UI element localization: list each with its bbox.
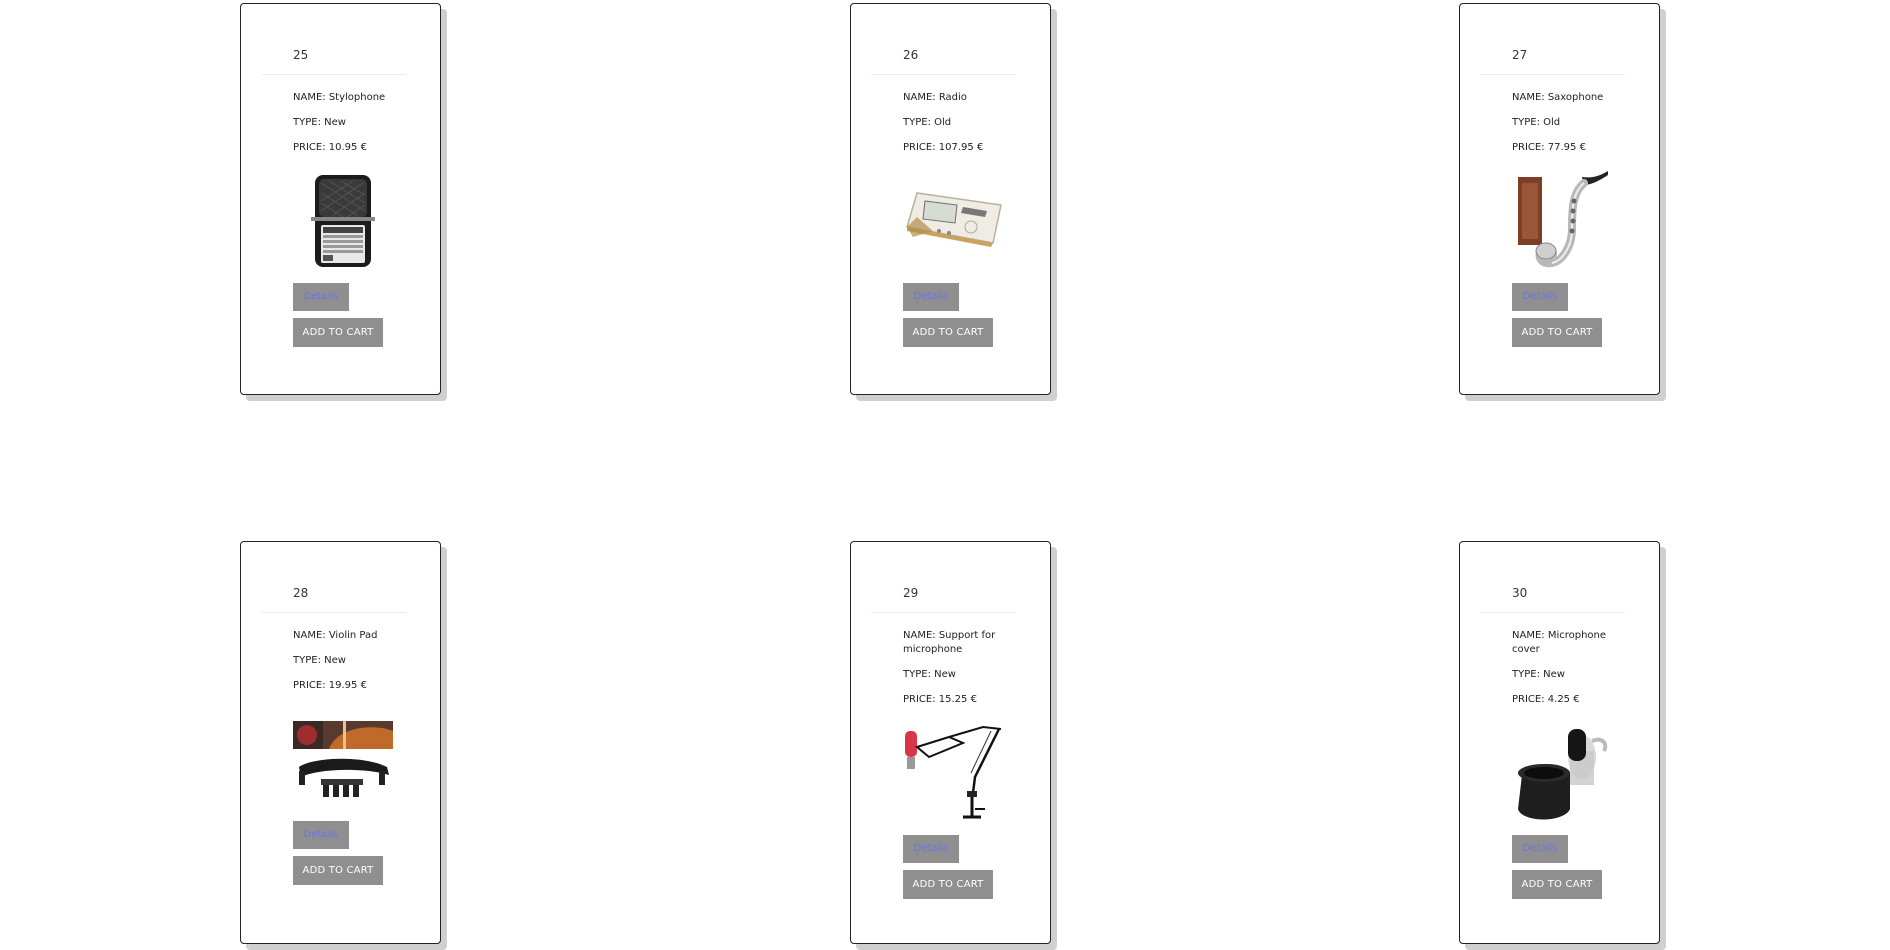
product-type: TYPE: New (903, 669, 956, 680)
product-id: 26 (871, 48, 1016, 75)
product-type: TYPE: New (1512, 669, 1565, 680)
product-price: PRICE: 10.95 € (293, 142, 367, 153)
details-button[interactable]: Details (293, 283, 349, 311)
details-button[interactable]: Details (903, 283, 959, 311)
product-card-body: 26 NAME: Radio TYPE: Old PRICE: 107.95 € (871, 4, 1016, 347)
product-price: PRICE: 19.95 € (293, 680, 367, 691)
product-name: NAME: Stylophone (293, 92, 386, 103)
product-card-body: 28 NAME: Violin Pad TYPE: New PRICE: 19.… (261, 542, 406, 885)
product-fields: NAME: Support for microphone TYPE: New P… (871, 629, 1016, 707)
product-card: 25 NAME: Stylophone TYPE: New PRICE: 10.… (240, 3, 441, 395)
product-price: PRICE: 15.25 € (903, 694, 977, 705)
product-card: 27 NAME: Saxophone TYPE: Old PRICE: 77.9… (1459, 3, 1660, 395)
radio-icon (903, 171, 1003, 271)
product-fields: NAME: Violin Pad TYPE: New PRICE: 19.95 … (261, 629, 406, 693)
product-card-body: 25 NAME: Stylophone TYPE: New PRICE: 10.… (261, 4, 406, 347)
product-card-body: 27 NAME: Saxophone TYPE: Old PRICE: 77.9… (1480, 4, 1625, 347)
product-card-body: 30 NAME: Microphone cover TYPE: New PRIC… (1480, 542, 1625, 899)
product-card: 28 NAME: Violin Pad TYPE: New PRICE: 19.… (240, 541, 441, 944)
product-fields: NAME: Radio TYPE: Old PRICE: 107.95 € (871, 91, 1016, 155)
product-price: PRICE: 77.95 € (1512, 142, 1586, 153)
microphone-cover-icon (1512, 723, 1612, 823)
details-button[interactable]: Details (293, 821, 349, 849)
product-name: NAME: Saxophone (1512, 92, 1604, 103)
product-name: NAME: Support for microphone (903, 630, 996, 655)
product-fields: NAME: Stylophone TYPE: New PRICE: 10.95 … (261, 91, 406, 155)
details-button[interactable]: Details (1512, 283, 1568, 311)
product-id: 29 (871, 586, 1016, 613)
add-to-cart-button[interactable]: ADD TO CART (293, 318, 383, 347)
product-name: NAME: Violin Pad (293, 630, 378, 641)
saxophone-icon (1512, 171, 1612, 271)
product-type: TYPE: Old (1512, 117, 1561, 128)
product-id: 25 (261, 48, 406, 75)
add-to-cart-button[interactable]: ADD TO CART (1512, 318, 1602, 347)
violin-pad-icon (293, 709, 393, 809)
product-name: NAME: Radio (903, 92, 967, 103)
product-card: 30 NAME: Microphone cover TYPE: New PRIC… (1459, 541, 1660, 944)
product-grid: 25 NAME: Stylophone TYPE: New PRICE: 10.… (0, 0, 1890, 950)
product-id: 27 (1480, 48, 1625, 75)
product-card: 26 NAME: Radio TYPE: Old PRICE: 107.95 € (850, 3, 1051, 395)
add-to-cart-button[interactable]: ADD TO CART (1512, 870, 1602, 899)
add-to-cart-button[interactable]: ADD TO CART (903, 870, 993, 899)
product-price: PRICE: 107.95 € (903, 142, 984, 153)
product-id: 28 (261, 586, 406, 613)
product-card: 29 NAME: Support for microphone TYPE: Ne… (850, 541, 1051, 944)
stylophone-icon (293, 171, 393, 271)
product-card-body: 29 NAME: Support for microphone TYPE: Ne… (871, 542, 1016, 899)
microphone-support-icon (903, 723, 1003, 823)
product-fields: NAME: Microphone cover TYPE: New PRICE: … (1480, 629, 1625, 707)
product-type: TYPE: Old (903, 117, 952, 128)
add-to-cart-button[interactable]: ADD TO CART (903, 318, 993, 347)
product-id: 30 (1480, 586, 1625, 613)
product-name: NAME: Microphone cover (1512, 630, 1607, 655)
add-to-cart-button[interactable]: ADD TO CART (293, 856, 383, 885)
details-button[interactable]: Details (903, 835, 959, 863)
product-type: TYPE: New (293, 117, 346, 128)
product-price: PRICE: 4.25 € (1512, 694, 1580, 705)
details-button[interactable]: Details (1512, 835, 1568, 863)
product-fields: NAME: Saxophone TYPE: Old PRICE: 77.95 € (1480, 91, 1625, 155)
product-type: TYPE: New (293, 655, 346, 666)
